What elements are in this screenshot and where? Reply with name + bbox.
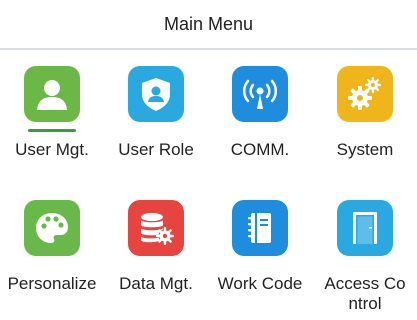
menu-item-system[interactable]: System [313,50,417,180]
menu-item-label: Personalize [7,274,97,293]
menu-item-label: System [336,140,394,159]
page-title: Main Menu [163,13,254,34]
menu-item-label: Access Co ntrol [324,274,406,313]
menu-item-data-mgt[interactable]: Data Mgt. [104,184,208,314]
menu-item-comm[interactable]: COMM. [208,50,312,180]
palette-icon [24,200,80,256]
title-bar: Main Menu [0,0,417,50]
menu-item-label: Data Mgt. [119,274,193,293]
menu-item-label: COMM. [230,140,290,159]
menu-item-label: User Mgt. [15,140,89,159]
menu-item-user-role[interactable]: User Role [104,50,208,180]
menu-item-personalize[interactable]: Personalize [0,184,104,314]
shield-user-icon [128,66,184,122]
menu-item-label: User Role [118,140,194,159]
main-menu-grid: User Mgt. User Role COMM. System Persona… [0,50,417,320]
database-gear-icon [128,200,184,256]
notebook-icon [232,200,288,256]
gears-icon [337,66,393,122]
door-icon [337,200,393,256]
menu-item-access-control[interactable]: Access Co ntrol [313,184,417,314]
menu-item-user-mgt[interactable]: User Mgt. [0,50,104,180]
user-icon [24,66,80,132]
antenna-icon [232,66,288,122]
menu-item-work-code[interactable]: Work Code [208,184,312,314]
menu-item-label: Work Code [217,274,303,293]
